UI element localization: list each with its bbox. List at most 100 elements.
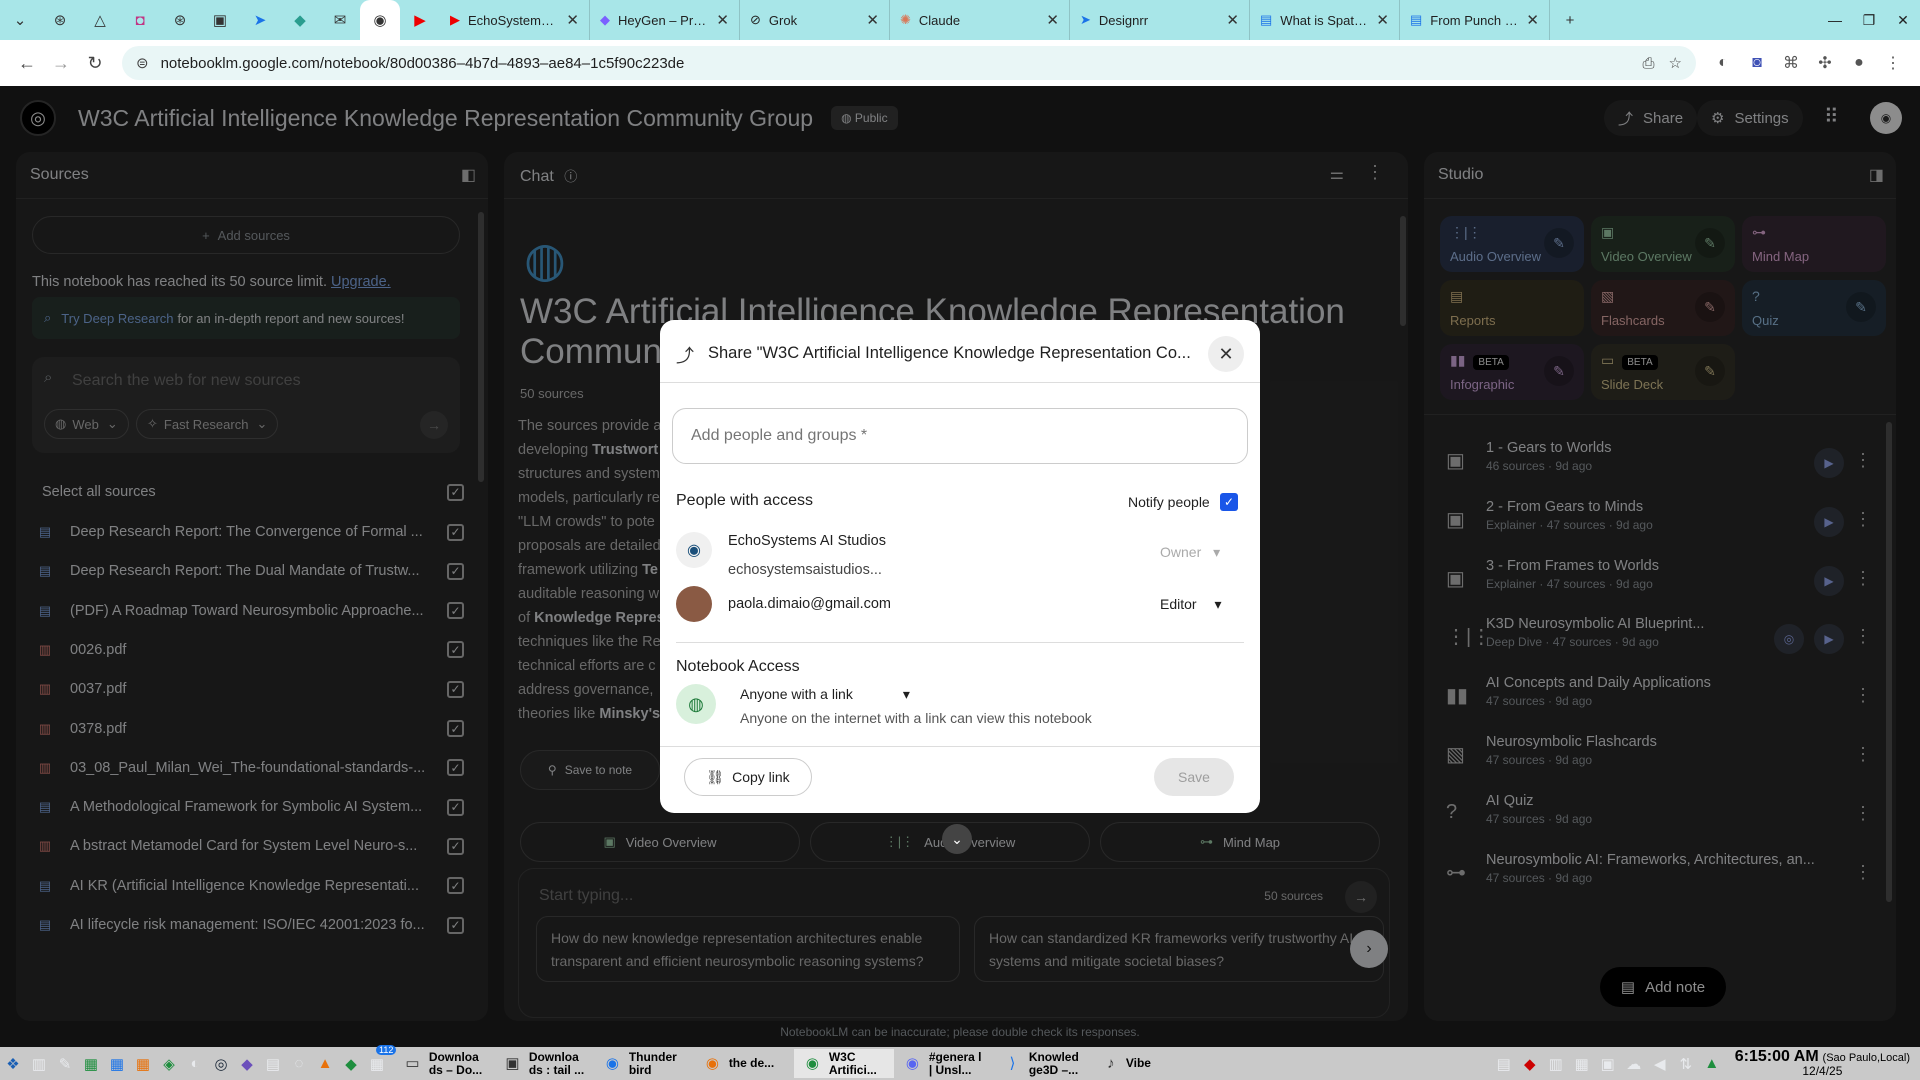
editor-icon[interactable]: ✎ xyxy=(52,1055,78,1073)
browser-tab[interactable]: ⊘ Grok ✕ xyxy=(740,0,890,40)
app-icon[interactable]: ◈ xyxy=(156,1055,182,1073)
volume-icon[interactable]: ◀ xyxy=(1647,1055,1673,1073)
tray-icon[interactable]: ▥ xyxy=(1543,1055,1569,1073)
chrome-icon: ◉ xyxy=(805,1055,819,1072)
tray-icon[interactable]: ▦ xyxy=(1569,1055,1595,1073)
save-button[interactable]: Save xyxy=(1154,758,1234,796)
back-icon[interactable]: ← xyxy=(10,53,44,74)
add-people-input[interactable] xyxy=(672,408,1248,464)
app-icon[interactable]: ◆ xyxy=(234,1055,260,1073)
pinned-tab-openai-icon[interactable]: ⊛ xyxy=(160,0,200,40)
profile-avatar-icon[interactable]: ● xyxy=(1842,54,1876,72)
tray-icon[interactable]: ▲ xyxy=(1699,1055,1725,1072)
browser-tab[interactable]: ◆ HeyGen – Project✕ xyxy=(590,0,740,40)
weather-icon[interactable]: ☁ xyxy=(1621,1055,1647,1073)
close-window-icon[interactable]: ✕ xyxy=(1886,12,1920,29)
taskbar-window-button[interactable]: ◉ #genera l | Unsl... xyxy=(894,1049,994,1078)
close-tab-icon[interactable]: ✕ xyxy=(558,11,579,29)
app-icon[interactable]: ◆ xyxy=(338,1055,364,1073)
app-icon[interactable]: ◌ xyxy=(286,1055,312,1072)
browser-tab[interactable]: ▤ From Punch Card✕ xyxy=(1400,0,1550,40)
pinned-tab-arrow-icon[interactable]: ➤ xyxy=(240,0,280,40)
owner-avatar: ◉ xyxy=(676,532,712,568)
app-icon[interactable]: ◐ xyxy=(182,1055,208,1072)
clock[interactable]: 6:15:00 AM (Sao Paulo,Local) 12/4/25 xyxy=(1735,1048,1910,1078)
tray-icon[interactable]: ▤ xyxy=(1491,1055,1517,1073)
bookmark-star-icon[interactable]: ☆ xyxy=(1669,54,1682,72)
person-name: EchoSystems AI Studios xyxy=(728,533,886,549)
forward-icon[interactable]: → xyxy=(44,53,78,74)
extensions-puzzle-icon[interactable]: ✣ xyxy=(1808,53,1842,73)
os-taskbar: ❖ ▥ ✎ ▦ ▦ ▦ ◈ ◐ ◎ ◆ ▤ ◌ ▲ ◆ ▦ 112 ▭ Downlo… xyxy=(0,1044,1920,1080)
pinned-tab-youtube-icon[interactable]: ▶ xyxy=(400,0,440,40)
close-tab-icon[interactable]: ✕ xyxy=(858,11,879,29)
url-text: notebooklm.google.com/notebook/80d00386–… xyxy=(160,54,685,72)
globe-icon: ◍ xyxy=(676,684,716,724)
designrr-icon: ➤ xyxy=(1080,12,1091,27)
close-icon[interactable]: ✕ xyxy=(1208,336,1244,372)
site-info-icon[interactable]: ⊜ xyxy=(136,54,149,72)
grok-icon: ⊘ xyxy=(750,12,761,27)
app-icon[interactable]: ▦ xyxy=(130,1055,156,1073)
files-icon[interactable]: ▥ xyxy=(26,1055,52,1073)
close-tab-icon[interactable]: ✕ xyxy=(1518,11,1539,29)
spreadsheet-icon[interactable]: ▦ xyxy=(78,1055,104,1073)
taskbar-window-button[interactable]: ◉ Thunder bird xyxy=(594,1049,694,1078)
taskbar-window-button[interactable]: ▣ Downloa ds : tail ... xyxy=(494,1049,594,1078)
pinned-tab-drive-icon[interactable]: △ xyxy=(80,0,120,40)
pinned-tab-note-icon[interactable]: ✉ xyxy=(320,0,360,40)
install-app-icon[interactable]: ⎙ xyxy=(1643,55,1655,72)
taskbar-window-button[interactable]: ◉ the de... xyxy=(694,1049,794,1078)
scroll-down-chevron-icon[interactable]: ⌄ xyxy=(942,824,972,854)
network-icon[interactable]: ⇅ xyxy=(1673,1055,1699,1073)
url-field[interactable]: ⊜ notebooklm.google.com/notebook/80d0038… xyxy=(122,46,1696,80)
clock-date: 12/4/25 xyxy=(1802,1063,1843,1078)
restore-icon[interactable]: ❐ xyxy=(1852,12,1886,29)
new-tab-button[interactable]: + xyxy=(1550,0,1590,40)
taskbar-window-label: Downloa ds : tail ... xyxy=(528,1050,585,1077)
tab-search-menu-icon[interactable]: ⌄ xyxy=(0,0,40,40)
app-icon[interactable]: ▦ 112 xyxy=(364,1044,397,1073)
taskbar-window-button[interactable]: ▭ Downloa ds – Do... xyxy=(394,1049,494,1078)
window-controls: — ❐ ✕ xyxy=(1818,0,1920,40)
extension-icon[interactable]: ◙ xyxy=(1740,54,1774,72)
taskbar-window-button[interactable]: ⟩ Knowled ge3D –... xyxy=(994,1049,1094,1078)
tab-title: Claude xyxy=(918,12,961,28)
reload-icon[interactable]: ↻ xyxy=(78,53,112,74)
pinned-tab-openai-icon[interactable]: ⊛ xyxy=(40,0,80,40)
vlc-icon[interactable]: ▲ xyxy=(312,1055,338,1072)
pinned-tab-instagram-icon[interactable]: ◘ xyxy=(120,0,160,40)
caret-down-icon: ▾ xyxy=(1214,596,1222,612)
taskbar-window-label: W3C Artifici... xyxy=(828,1050,877,1077)
close-tab-icon[interactable]: ✕ xyxy=(1368,11,1389,29)
extension-icon[interactable]: ◐ xyxy=(1706,54,1740,72)
tab-title: What is Spatial On xyxy=(1280,12,1368,28)
browser-tab[interactable]: ▤ What is Spatial On✕ xyxy=(1250,0,1400,40)
notify-people-checkbox[interactable]: ✓ xyxy=(1220,493,1238,511)
steam-icon[interactable]: ◎ xyxy=(208,1055,234,1073)
pinned-tab-notebooklm-icon[interactable]: ◉ xyxy=(360,0,400,40)
access-dropdown[interactable]: Anyone with a link ▾ xyxy=(740,686,910,703)
taskbar-window-label: Knowled ge3D –... xyxy=(1028,1050,1079,1077)
tray-icon[interactable]: ▣ xyxy=(1595,1055,1621,1073)
close-tab-icon[interactable]: ✕ xyxy=(708,11,729,29)
role-dropdown[interactable]: Editor ▾ xyxy=(1160,596,1222,613)
taskbar-window-button[interactable]: ◉ W3C Artifici... xyxy=(794,1049,894,1078)
pinned-tab-app-icon[interactable]: ▣ xyxy=(200,0,240,40)
pinned-tab-diamond-icon[interactable]: ◆ xyxy=(280,0,320,40)
app-icon[interactable]: ▦ xyxy=(104,1055,130,1073)
close-tab-icon[interactable]: ✕ xyxy=(1038,11,1059,29)
close-tab-icon[interactable]: ✕ xyxy=(1218,11,1239,29)
browser-tab[interactable]: ➤ Designrr ✕ xyxy=(1070,0,1250,40)
browser-menu-icon[interactable]: ⋮ xyxy=(1876,53,1910,73)
taskbar-window-button[interactable]: ♪ Vibe xyxy=(1094,1049,1184,1078)
tray-icon[interactable]: ◆ xyxy=(1517,1055,1543,1073)
browser-tab[interactable]: ▶ EchoSystems AI St✕ xyxy=(440,0,590,40)
copy-link-button[interactable]: ⛓ Copy link xyxy=(684,758,812,796)
extension-icon[interactable]: ⌘ xyxy=(1774,53,1808,73)
divider xyxy=(660,382,1260,383)
start-menu-icon[interactable]: ❖ xyxy=(0,1055,26,1073)
minimize-icon[interactable]: — xyxy=(1818,12,1852,28)
app-icon[interactable]: ▤ xyxy=(260,1055,286,1073)
browser-tab[interactable]: ✺ Claude ✕ xyxy=(890,0,1070,40)
